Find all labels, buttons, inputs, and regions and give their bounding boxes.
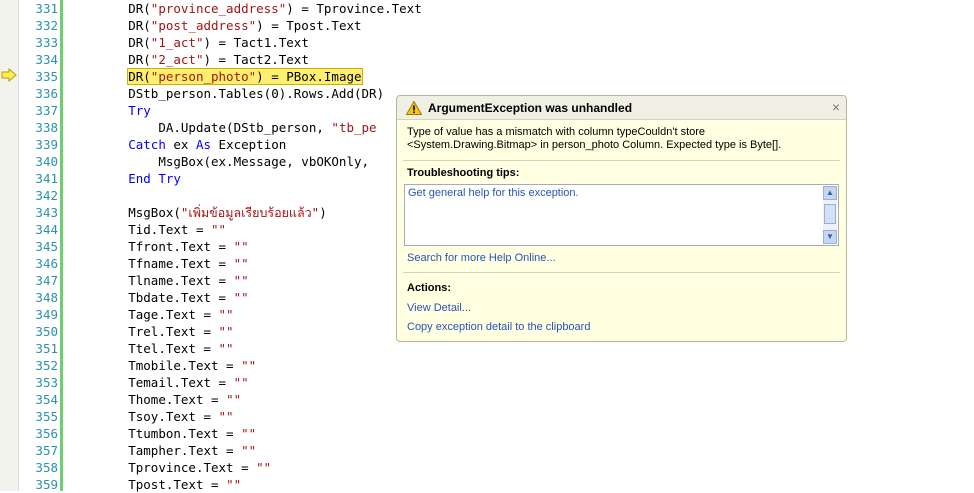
code-line[interactable]: Temail.Text = "" [68,374,974,391]
line-number: 353 [35,375,58,390]
current-statement-highlight: DR("person_photo") = PBox.Image [127,68,363,85]
scroll-down-icon[interactable]: ▼ [823,230,837,244]
tips-scrollbar[interactable]: ▲ ▼ [823,186,837,244]
code-line[interactable]: Tmobile.Text = "" [68,357,974,374]
line-number: 333 [35,35,58,50]
code-line[interactable]: Tprovince.Text = "" [68,459,974,476]
troubleshooting-tips-list[interactable]: Get general help for this exception. ▲ ▼ [404,184,839,246]
code-line[interactable]: Ttel.Text = "" [68,340,974,357]
code-line[interactable]: DR("1_act") = Tact1.Text [68,34,974,51]
line-number: 346 [35,256,58,271]
line-number: 331 [35,1,58,16]
line-number: 356 [35,426,58,441]
change-tracking-bar [60,0,63,491]
warning-icon [406,101,422,115]
line-number: 335 [35,69,58,84]
line-number: 349 [35,307,58,322]
line-number: 338 [35,120,58,135]
line-number: 332 [35,18,58,33]
line-number: 339 [35,137,58,152]
line-number: 357 [35,443,58,458]
line-number: 347 [35,273,58,288]
line-number: 334 [35,52,58,67]
exception-title: ArgumentException was unhandled [428,101,633,115]
view-detail-link[interactable]: View Detail... [407,302,471,314]
current-statement-arrow-icon [1,68,17,82]
line-number: 341 [35,171,58,186]
line-number: 351 [35,341,58,356]
code-line[interactable]: Tampher.Text = "" [68,442,974,459]
search-help-online-link[interactable]: Search for more Help Online... [407,252,556,264]
actions-heading: Actions: [407,282,451,294]
line-number: 358 [35,460,58,475]
line-number: 354 [35,392,58,407]
code-line[interactable]: DR("2_act") = Tact2.Text [68,51,974,68]
line-number: 350 [35,324,58,339]
code-line[interactable]: Ttumbon.Text = "" [68,425,974,442]
tip-link[interactable]: Get general help for this exception. [408,187,579,199]
line-number-gutter: 331 332 333 334 335 336 337 338 339 340 … [20,0,58,493]
copy-exception-detail-link[interactable]: Copy exception detail to the clipboard [407,321,590,333]
line-number: 340 [35,154,58,169]
line-number: 344 [35,222,58,237]
scroll-thumb[interactable] [824,204,836,224]
exception-title-bar: ArgumentException was unhandled × [397,96,846,120]
divider [403,272,840,273]
line-number: 345 [35,239,58,254]
current-statement-line[interactable]: DR("person_photo") = PBox.Image [68,68,974,85]
scroll-up-icon[interactable]: ▲ [823,186,837,200]
troubleshooting-heading: Troubleshooting tips: [407,167,520,179]
code-line[interactable]: Tpost.Text = "" [68,476,974,493]
code-line[interactable]: DR("post_address") = Tpost.Text [68,17,974,34]
line-number: 355 [35,409,58,424]
line-number: 352 [35,358,58,373]
exception-message: Type of value has a mismatch with column… [407,126,782,151]
line-number: 336 [35,86,58,101]
code-line[interactable]: Tsoy.Text = "" [68,408,974,425]
line-number: 343 [35,205,58,220]
divider [403,160,840,161]
line-number: 359 [35,477,58,492]
line-number: 348 [35,290,58,305]
line-number: 342 [35,188,58,203]
code-line[interactable]: Thome.Text = "" [68,391,974,408]
close-icon[interactable]: × [832,99,840,115]
code-line[interactable]: DR("province_address") = Tprovince.Text [68,0,974,17]
exception-assistant-popup[interactable]: ArgumentException was unhandled × Type o… [396,95,847,342]
line-number: 337 [35,103,58,118]
